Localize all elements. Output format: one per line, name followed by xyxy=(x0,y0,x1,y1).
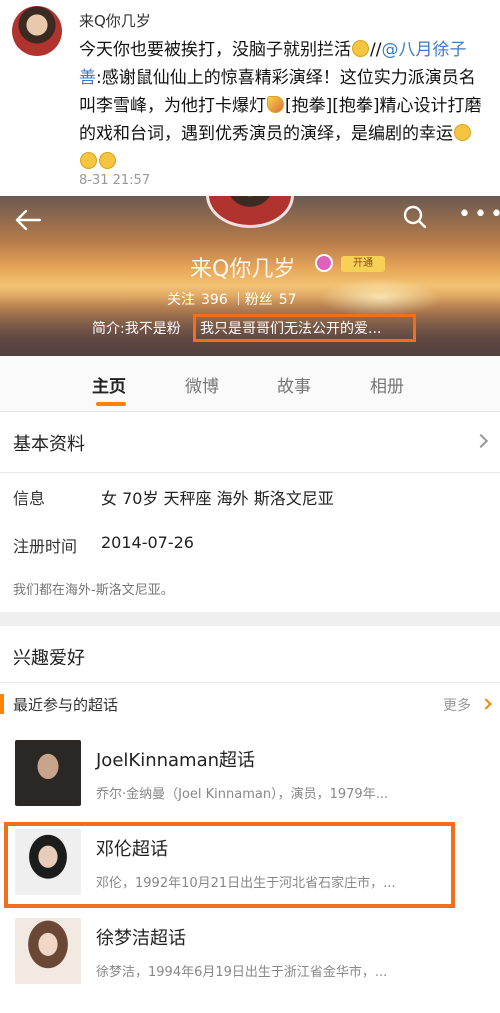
topic-thumbnail[interactable] xyxy=(15,918,81,984)
divider xyxy=(0,682,500,683)
topic-annotation-box xyxy=(4,822,455,908)
super-topics-header: 最近参与的超话 更多 xyxy=(0,684,500,724)
active-tab-indicator xyxy=(96,402,126,406)
section-accent-bar xyxy=(0,694,4,714)
profile-note: 我们都在海外-斯洛文尼亚。 xyxy=(13,583,174,598)
topic-title[interactable]: JoelKinnaman超话 xyxy=(96,746,255,772)
smile-emoji-icon-3 xyxy=(99,152,116,169)
super-topic-badge-icon[interactable] xyxy=(315,254,333,272)
party-popper-emoji-icon xyxy=(267,96,284,113)
chevron-right-icon[interactable] xyxy=(473,433,489,449)
post-author-avatar[interactable] xyxy=(12,6,62,56)
basic-info-title[interactable]: 基本资料 xyxy=(13,430,85,456)
info-value: 女 70岁 天秤座 海外 斯洛文尼亚 xyxy=(101,489,334,508)
grin-emoji-icon xyxy=(352,40,369,57)
topic-title[interactable]: 徐梦洁超话 xyxy=(96,924,186,950)
more-link[interactable]: 更多 xyxy=(443,695,471,715)
vip-badge[interactable]: 开通 xyxy=(341,256,385,272)
section-gap xyxy=(0,612,500,626)
weibo-post: 来Q你几岁 今天你也要被挨打，没脑子就别拦活//@八月徐子善:感谢鼠仙仙上的惊喜… xyxy=(0,0,500,196)
topic-description: 徐梦洁，1994年6月19日出生于浙江省金华市，... xyxy=(96,965,388,980)
smile-emoji-icon-2 xyxy=(80,152,97,169)
topic-thumbnail[interactable] xyxy=(15,740,81,806)
tab-home[interactable]: 主页 xyxy=(92,372,126,397)
search-icon[interactable] xyxy=(402,204,428,230)
divider xyxy=(0,472,500,473)
profile-tabs: 主页 微博 故事 相册 xyxy=(0,356,500,412)
tab-stories[interactable]: 故事 xyxy=(277,372,311,397)
post-text-part1: 今天你也要被挨打，没脑子就别拦活 xyxy=(79,40,351,60)
profile-name: 来Q你几岁 xyxy=(190,257,296,282)
super-topics-title: 最近参与的超话 xyxy=(13,696,119,714)
tab-weibo[interactable]: 微博 xyxy=(185,372,219,397)
back-arrow-icon[interactable] xyxy=(14,208,42,232)
post-author-name[interactable]: 来Q你几岁 xyxy=(79,10,151,31)
post-text-part2: // xyxy=(370,40,382,60)
follow-stats: 关注 396 粉丝 57 xyxy=(167,289,303,309)
following-label[interactable]: 关注 xyxy=(167,292,195,308)
post-timestamp: 8-31 21:57 xyxy=(79,173,151,188)
following-count[interactable]: 396 xyxy=(201,292,228,308)
super-topic-item[interactable]: JoelKinnaman超话 乔尔·金纳曼（Joel Kinnaman），演员，… xyxy=(0,734,500,822)
more-icon[interactable]: ••• xyxy=(458,204,500,226)
profile-intro-prefix: 简介:我不是粉 xyxy=(92,321,181,337)
intro-annotation-box xyxy=(193,314,416,342)
post-text: 今天你也要被挨打，没脑子就别拦活//@八月徐子善:感谢鼠仙仙上的惊喜精彩演绎！这… xyxy=(79,36,484,176)
profile-avatar[interactable] xyxy=(206,196,294,228)
smile-emoji-icon xyxy=(454,124,471,141)
stat-divider xyxy=(237,292,239,305)
followers-count[interactable]: 57 xyxy=(279,292,297,308)
interests-section: 兴趣爱好 最近参与的超话 更多 JoelKinnaman超话 乔尔·金纳曼（Jo… xyxy=(0,626,500,1013)
chevron-right-icon[interactable] xyxy=(480,698,492,710)
reg-time-value: 2014-07-26 xyxy=(101,533,194,552)
tab-album[interactable]: 相册 xyxy=(370,372,404,397)
reg-time-label: 注册时间 xyxy=(13,537,78,556)
super-topic-item[interactable]: 徐梦洁超话 徐梦洁，1994年6月19日出生于浙江省金华市，... xyxy=(0,912,500,1000)
topic-description: 乔尔·金纳曼（Joel Kinnaman），演员，1979年... xyxy=(96,787,389,802)
info-label: 信息 xyxy=(13,489,46,508)
basic-info-section: 基本资料 信息 女 70岁 天秤座 海外 斯洛文尼亚 注册时间 2014-07-… xyxy=(0,412,500,612)
followers-label[interactable]: 粉丝 xyxy=(245,292,273,308)
interests-title: 兴趣爱好 xyxy=(13,648,85,669)
